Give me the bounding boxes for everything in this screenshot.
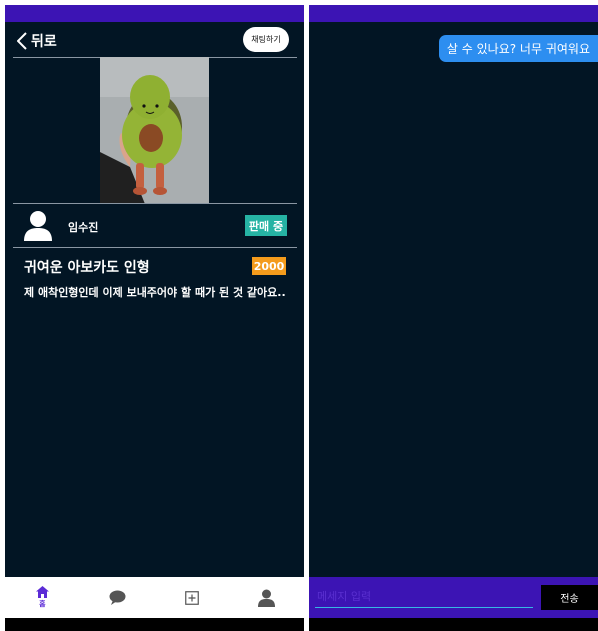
status-bar <box>5 5 304 22</box>
add-square-icon <box>185 590 199 605</box>
nav-add-post[interactable] <box>155 577 230 618</box>
back-label: 뒤로 <box>31 34 57 50</box>
back-button[interactable]: 뒤로 <box>17 30 57 52</box>
status-bar <box>309 5 598 22</box>
chevron-left-icon <box>17 32 27 50</box>
nav-home-label: 홈 <box>39 600 46 608</box>
send-button[interactable]: 전송 <box>541 585 598 610</box>
nav-profile[interactable] <box>229 577 304 618</box>
product-title: 귀여운 아보카도 인형 <box>24 260 150 276</box>
product-description: 제 애착인형인데 이제 보내주어야 할 때가 된 것 같아요.. <box>24 286 286 299</box>
seller-name: 임수진 <box>68 221 99 234</box>
product-image <box>100 57 209 204</box>
bottom-nav: 홈 <box>5 577 304 618</box>
chat-bubble-icon <box>109 590 126 605</box>
price-badge: 2000 <box>252 257 286 275</box>
profile-icon <box>258 589 276 607</box>
divider <box>13 247 297 248</box>
sent-message-bubble: 살 수 있나요? 너무 귀여워요 <box>438 35 598 62</box>
sale-status-badge: 판매 중 <box>245 215 287 236</box>
nav-chat[interactable] <box>80 577 155 618</box>
product-detail-screen: 뒤로 채팅하기 임수진 판매 중 귀여운 아보카도 인형 2000 제 애착인형… <box>5 0 304 631</box>
home-icon <box>35 586 49 598</box>
message-input[interactable] <box>315 585 533 608</box>
nav-home[interactable]: 홈 <box>5 577 80 618</box>
start-chat-button[interactable]: 채팅하기 <box>243 27 289 52</box>
seller-avatar-icon <box>24 211 52 241</box>
chat-screen: 살 수 있나요? 너무 귀여워요 전송 <box>309 0 598 631</box>
divider <box>13 203 297 204</box>
